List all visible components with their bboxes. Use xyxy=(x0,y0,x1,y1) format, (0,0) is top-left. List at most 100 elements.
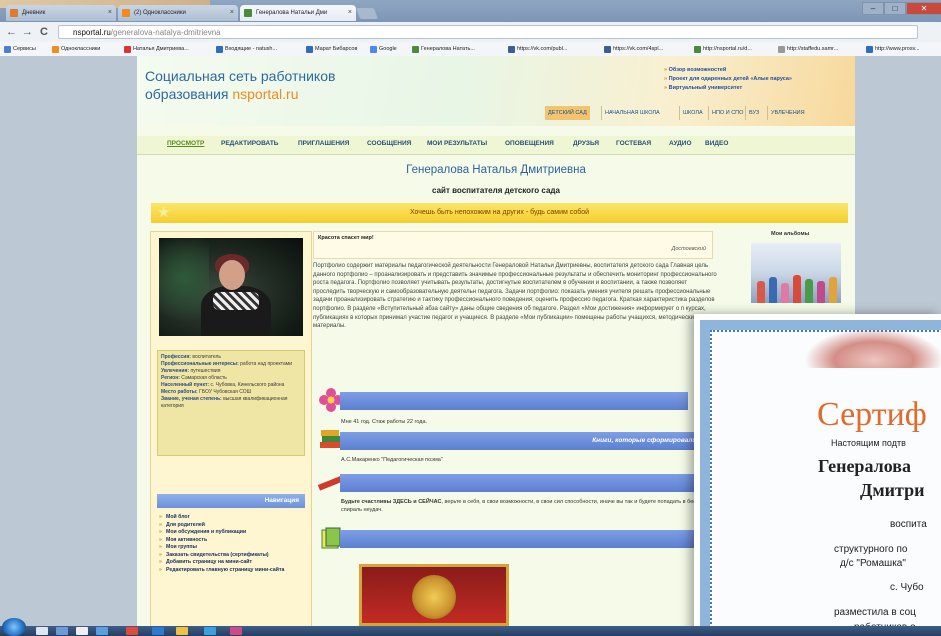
bookmark-item[interactable]: Google xyxy=(370,44,397,54)
taskbar-app-icon[interactable] xyxy=(204,627,216,635)
profile-field: Регион: Самарская область xyxy=(161,375,301,382)
bookmark-label: http://staffedu.samr... xyxy=(787,46,839,52)
album-thumbnail[interactable] xyxy=(751,243,841,303)
address-bar[interactable]: nsportal.ru/generalova-natalya-dmitrievn… xyxy=(58,25,918,39)
bookmark-item[interactable]: Наталья Дмитриева... xyxy=(124,44,189,54)
tab-generalova-active[interactable]: Генералова Натальи Дми × xyxy=(240,5,356,21)
taskbar-app-icon[interactable] xyxy=(36,627,48,635)
bookmark-item[interactable]: https://vk.com/4spl... xyxy=(604,44,663,54)
field-value[interactable]: ГБОУ Чубовская СОШ xyxy=(198,389,251,395)
portfolio-description: Портфолио содержит материалы педагогичес… xyxy=(313,263,717,330)
forward-arrow-icon[interactable]: → xyxy=(22,25,33,39)
bookmark-item[interactable]: http://www.prosv... xyxy=(866,44,920,54)
bookmark-favicon-icon xyxy=(778,46,785,53)
taskbar-app-icon[interactable] xyxy=(96,627,108,635)
bookmark-item[interactable]: Генералова Натать... xyxy=(412,44,475,54)
taskbar-app-icon[interactable] xyxy=(76,627,88,635)
taskbar-app-icon[interactable] xyxy=(152,627,164,635)
tab-friends[interactable]: ДРУЗЬЯ xyxy=(573,140,599,147)
nav-link[interactable]: Мои обсуждения и публикации xyxy=(159,529,307,537)
nav-link[interactable]: Заказать свидетельства (сертификаты) xyxy=(159,552,307,560)
nav-link[interactable]: Для родителей xyxy=(159,522,307,530)
nav-link[interactable]: Редактировать главную страницу мини-сайт… xyxy=(159,567,307,575)
tab-edit[interactable]: РЕДАКТИРОВАТЬ xyxy=(221,140,278,147)
taskbar-app-icon[interactable] xyxy=(126,627,138,635)
tab-video[interactable]: ВИДЕО xyxy=(705,140,728,147)
close-window-button[interactable]: ✕ xyxy=(906,2,941,15)
certificate-ornament xyxy=(804,328,941,368)
tab-notifications[interactable]: ОПОВЕЩЕНИЯ xyxy=(505,140,554,147)
back-arrow-icon[interactable]: ← xyxy=(6,25,17,39)
album-figure xyxy=(781,283,789,303)
certificate-kindergarten: д/с "Ромашка" xyxy=(840,558,906,569)
page-right-margin xyxy=(855,56,941,314)
tab-guestbook[interactable]: ГОСТЕВАЯ xyxy=(616,140,651,147)
photo-face xyxy=(219,260,245,290)
site-brand-line1[interactable]: Социальная сеть работников xyxy=(145,68,335,84)
bookmark-item[interactable]: Сервисы xyxy=(4,44,36,54)
section-bar-views: Мой взгл xyxy=(340,474,740,492)
tab-invitations[interactable]: ПРИГЛАШЕНИЯ xyxy=(298,140,349,147)
url-path: /generalova-natalya-dmitrievna xyxy=(110,28,221,37)
bookmark-item[interactable]: http://staffedu.samr... xyxy=(778,44,838,54)
bookmark-favicon-icon xyxy=(508,46,515,53)
bookmark-item[interactable]: Одноклассники xyxy=(52,44,100,54)
google-icon xyxy=(370,46,377,53)
tab-dnevnik[interactable]: Дневник × xyxy=(6,5,116,21)
start-button-icon[interactable] xyxy=(2,618,26,636)
bookmark-label: http://nsportal.ru/d... xyxy=(703,46,752,52)
windows-taskbar xyxy=(0,626,941,636)
nav-school[interactable]: ШКОЛА xyxy=(679,106,706,120)
album-figure xyxy=(829,277,837,303)
nav-university[interactable]: ВУЗ xyxy=(745,106,762,120)
bookmark-item[interactable]: Входящие - natush... xyxy=(216,44,277,54)
nav-primary-school[interactable]: НАЧАЛЬНАЯ ШКОЛА xyxy=(601,106,663,120)
field-value: Самарская область xyxy=(179,375,227,381)
field-label: Населенный пункт: xyxy=(161,382,210,388)
nav-hobbies[interactable]: УВЛЕЧЕНИЯ xyxy=(767,106,808,120)
close-tab-icon[interactable]: × xyxy=(230,5,234,21)
books-text: А.С.Макаренко "Педагогическая поэма" xyxy=(341,457,443,463)
taskbar-app-icon[interactable] xyxy=(176,627,188,635)
profile-field: Звание, ученая степень: высшая квалифика… xyxy=(161,396,301,410)
site-brand-line2[interactable]: образования nsportal.ru xyxy=(145,86,299,102)
bookmark-label: Одноклассники xyxy=(61,46,101,52)
nav-link[interactable]: Моя активность xyxy=(159,537,307,545)
nav-npo-spo[interactable]: НПО И СПО xyxy=(708,106,746,120)
header-link[interactable]: Виртуальный университет xyxy=(664,84,792,93)
reload-icon[interactable]: C xyxy=(40,25,48,39)
bookmark-label: Сервисы xyxy=(13,46,36,52)
tab-messages[interactable]: СООБЩЕНИЯ xyxy=(367,140,411,147)
bookmark-item[interactable]: http://nsportal.ru/d... xyxy=(694,44,752,54)
nav-link[interactable]: Мои группы xyxy=(159,544,307,552)
tab-favicon-icon xyxy=(10,9,18,17)
close-tab-icon[interactable]: × xyxy=(108,5,112,21)
tab-my-results[interactable]: МОИ РЕЗУЛЬТАТЫ xyxy=(427,140,487,147)
section-bar-documents: Мои до xyxy=(340,530,740,548)
maximize-button[interactable]: □ xyxy=(884,2,906,15)
taskbar-app-icon[interactable] xyxy=(230,627,242,635)
certificate-village: с. Чубо xyxy=(890,582,924,593)
tab-audio[interactable]: АУДИО xyxy=(669,140,692,147)
nav-link[interactable]: Мой блог xyxy=(159,514,307,522)
section-bar-books: Книги, которые сформировали мой внутр xyxy=(340,432,740,450)
certificate-name-line2: Дмитри xyxy=(860,480,925,500)
tab-view[interactable]: ПРОСМОТР xyxy=(167,140,204,147)
header-link[interactable]: Обзор возможностей xyxy=(664,66,792,75)
bookmark-item[interactable]: https://vk.com/publ... xyxy=(508,44,567,54)
section-bar-about xyxy=(340,392,688,410)
bookmark-item[interactable]: Марат Бибарсов xyxy=(306,44,357,54)
taskbar-app-icon[interactable] xyxy=(56,627,68,635)
new-tab-button[interactable] xyxy=(355,8,379,19)
field-value: с. Чубовка, Кинельского района xyxy=(209,382,285,388)
tab-odnoklassniki[interactable]: (2) Одноклассники × xyxy=(118,5,238,21)
quote-author: Достоевский xyxy=(671,246,706,252)
field-label: Профессия: xyxy=(161,354,191,360)
nav-kindergarten[interactable]: ДЕТСКИЙ САД xyxy=(545,106,590,120)
close-tab-icon[interactable]: × xyxy=(348,5,352,21)
nav-link[interactable]: Добавить страницу на мини-сайт xyxy=(159,559,307,567)
header-link[interactable]: Проект для одаренных детей «Алые паруса» xyxy=(664,75,792,84)
album-figure xyxy=(793,275,801,303)
bookmark-label: http://www.prosv... xyxy=(875,46,920,52)
minimize-button[interactable]: – xyxy=(862,2,884,15)
